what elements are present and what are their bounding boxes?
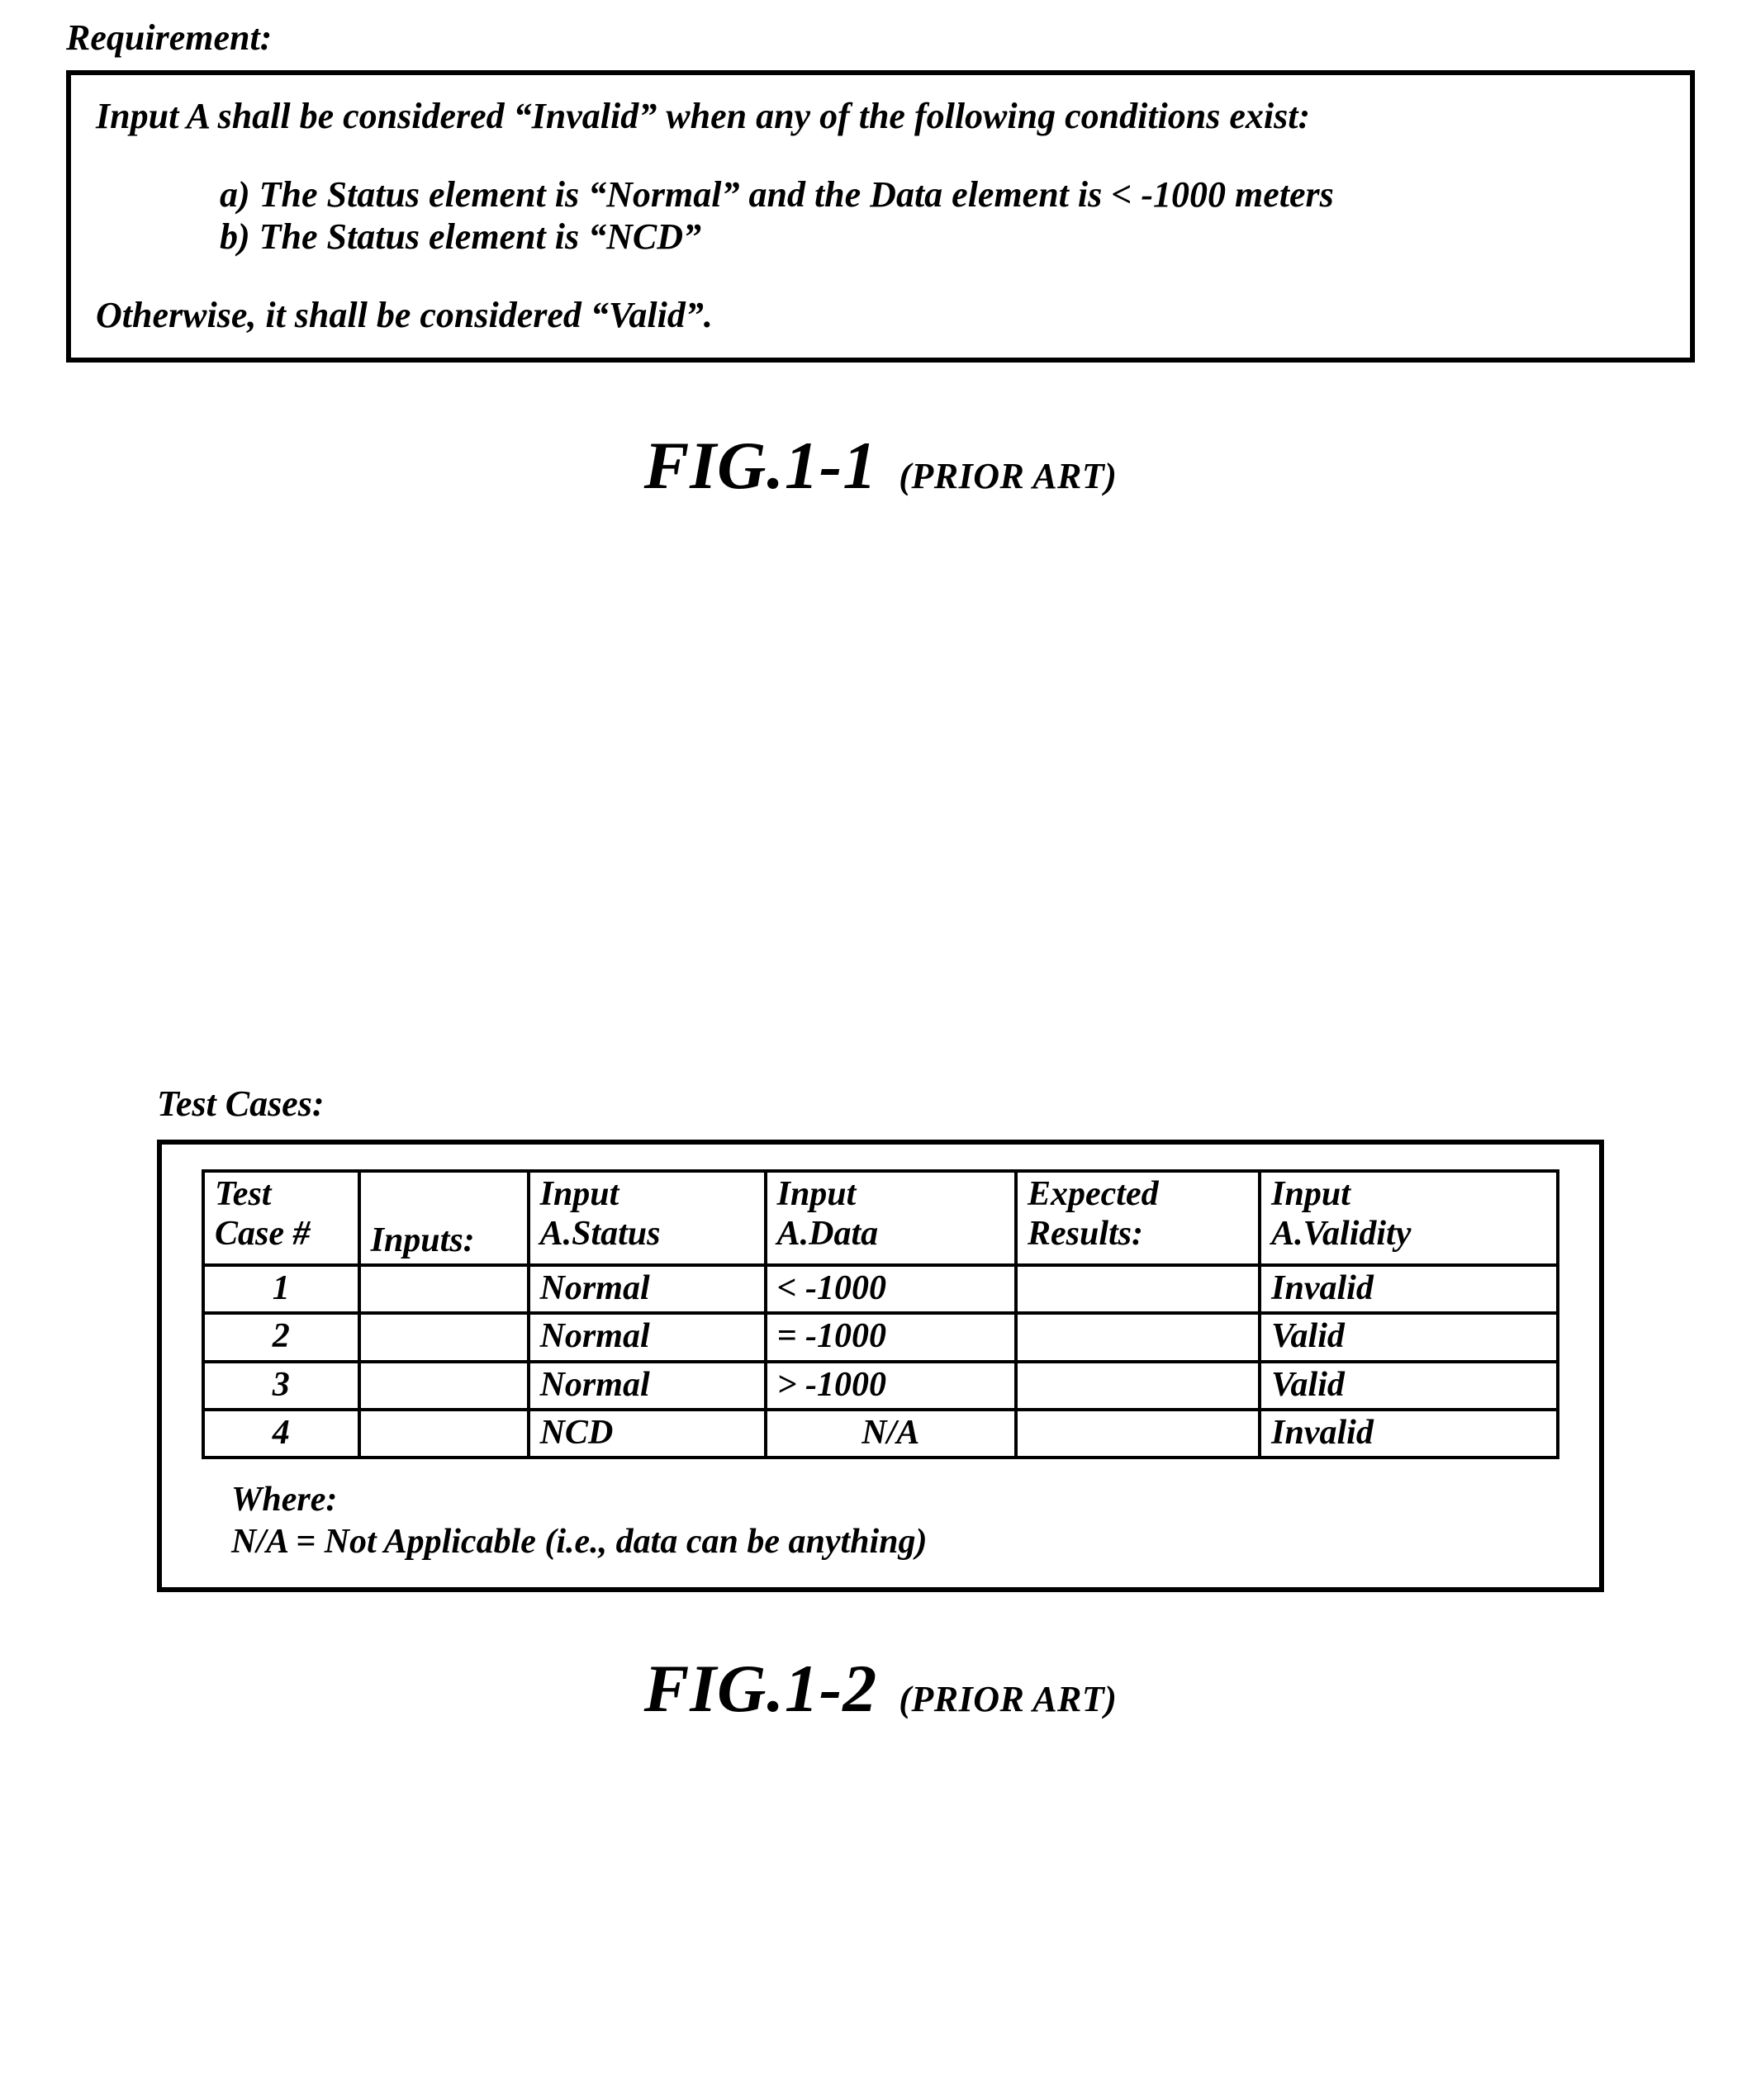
col-header-inputs: Inputs: <box>359 1171 529 1265</box>
col-header-a-validity-l1: Input <box>1271 1175 1350 1213</box>
col-header-a-status-l1: Input <box>540 1175 619 1213</box>
cell-inputs <box>359 1265 529 1313</box>
where-text: N/A = Not Applicable (i.e., data can be … <box>231 1521 1559 1562</box>
col-header-expected: Expected Results: <box>1016 1171 1260 1265</box>
table-row: 1 Normal < -1000 Invalid <box>203 1265 1558 1313</box>
document-page: Requirement: Input A shall be considered… <box>0 0 1761 2100</box>
requirement-section-label: Requirement: <box>66 17 1695 59</box>
table-row: 2 Normal = -1000 Valid <box>203 1313 1558 1361</box>
vertical-spacer <box>66 505 1695 1083</box>
col-header-expected-l1: Expected <box>1028 1175 1159 1213</box>
col-header-a-status-l2: A.Status <box>540 1215 661 1253</box>
where-block: Where: N/A = Not Applicable (i.e., data … <box>231 1479 1559 1562</box>
cell-case: 4 <box>203 1410 359 1458</box>
col-header-a-validity-l2: A.Validity <box>1271 1215 1411 1253</box>
col-header-a-data: Input A.Data <box>766 1171 1016 1265</box>
cell-data: < -1000 <box>766 1265 1016 1313</box>
cell-validity: Valid <box>1260 1313 1558 1361</box>
col-header-expected-l2: Results: <box>1028 1215 1143 1253</box>
cell-status: NCD <box>529 1410 766 1458</box>
cell-status: Normal <box>529 1313 766 1361</box>
col-header-a-data-l1: Input <box>777 1175 857 1213</box>
cell-expected <box>1016 1265 1260 1313</box>
cell-inputs <box>359 1313 529 1361</box>
requirement-condition-a: a) The Status element is “Normal” and th… <box>220 174 1673 216</box>
cell-data: > -1000 <box>766 1362 1016 1410</box>
figure-1-2-caption: FIG.1-2 (PRIOR ART) <box>66 1650 1695 1728</box>
table-row: 3 Normal > -1000 Valid <box>203 1362 1558 1410</box>
test-cases-box: Test Case # Inputs: Input A.Status Input… <box>157 1140 1604 1592</box>
test-cases-section-label: Test Cases: <box>157 1083 1695 1125</box>
col-header-test-case-l1: Test <box>215 1175 271 1213</box>
figure-1-1-number: FIG.1-1 <box>644 428 878 503</box>
col-header-test-case: Test Case # <box>203 1171 359 1265</box>
figure-1-1-caption: FIG.1-1 (PRIOR ART) <box>66 427 1695 505</box>
cell-inputs <box>359 1362 529 1410</box>
cell-expected <box>1016 1313 1260 1361</box>
cell-case: 1 <box>203 1265 359 1313</box>
cell-validity: Invalid <box>1260 1410 1558 1458</box>
col-header-a-validity: Input A.Validity <box>1260 1171 1558 1265</box>
col-header-a-status: Input A.Status <box>529 1171 766 1265</box>
cell-data: = -1000 <box>766 1313 1016 1361</box>
col-header-inputs-text: Inputs: <box>371 1221 475 1259</box>
col-header-a-data-l2: A.Data <box>777 1215 879 1253</box>
cell-validity: Invalid <box>1260 1265 1558 1313</box>
requirement-box: Input A shall be considered “Invalid” wh… <box>66 70 1695 363</box>
requirement-otherwise: Otherwise, it shall be considered “Valid… <box>96 294 1673 336</box>
requirement-intro: Input A shall be considered “Invalid” wh… <box>96 95 1673 138</box>
figure-1-2-number: FIG.1-2 <box>644 1651 878 1726</box>
requirement-condition-b: b) The Status element is “NCD” <box>220 216 1673 258</box>
cell-status: Normal <box>529 1362 766 1410</box>
test-cases-table: Test Case # Inputs: Input A.Status Input… <box>202 1169 1559 1459</box>
cell-inputs <box>359 1410 529 1458</box>
col-header-test-case-l2: Case # <box>215 1215 311 1253</box>
cell-data: N/A <box>766 1410 1016 1458</box>
table-row: 4 NCD N/A Invalid <box>203 1410 1558 1458</box>
cell-validity: Valid <box>1260 1362 1558 1410</box>
requirement-conditions: a) The Status element is “Normal” and th… <box>220 174 1673 258</box>
cell-expected <box>1016 1362 1260 1410</box>
cell-status: Normal <box>529 1265 766 1313</box>
cell-case: 2 <box>203 1313 359 1361</box>
cell-case: 3 <box>203 1362 359 1410</box>
where-label: Where: <box>231 1479 1559 1520</box>
cell-expected <box>1016 1410 1260 1458</box>
figure-1-1-priorart: (PRIOR ART) <box>899 456 1117 496</box>
table-header-row: Test Case # Inputs: Input A.Status Input… <box>203 1171 1558 1265</box>
figure-1-2-priorart: (PRIOR ART) <box>899 1679 1117 1719</box>
